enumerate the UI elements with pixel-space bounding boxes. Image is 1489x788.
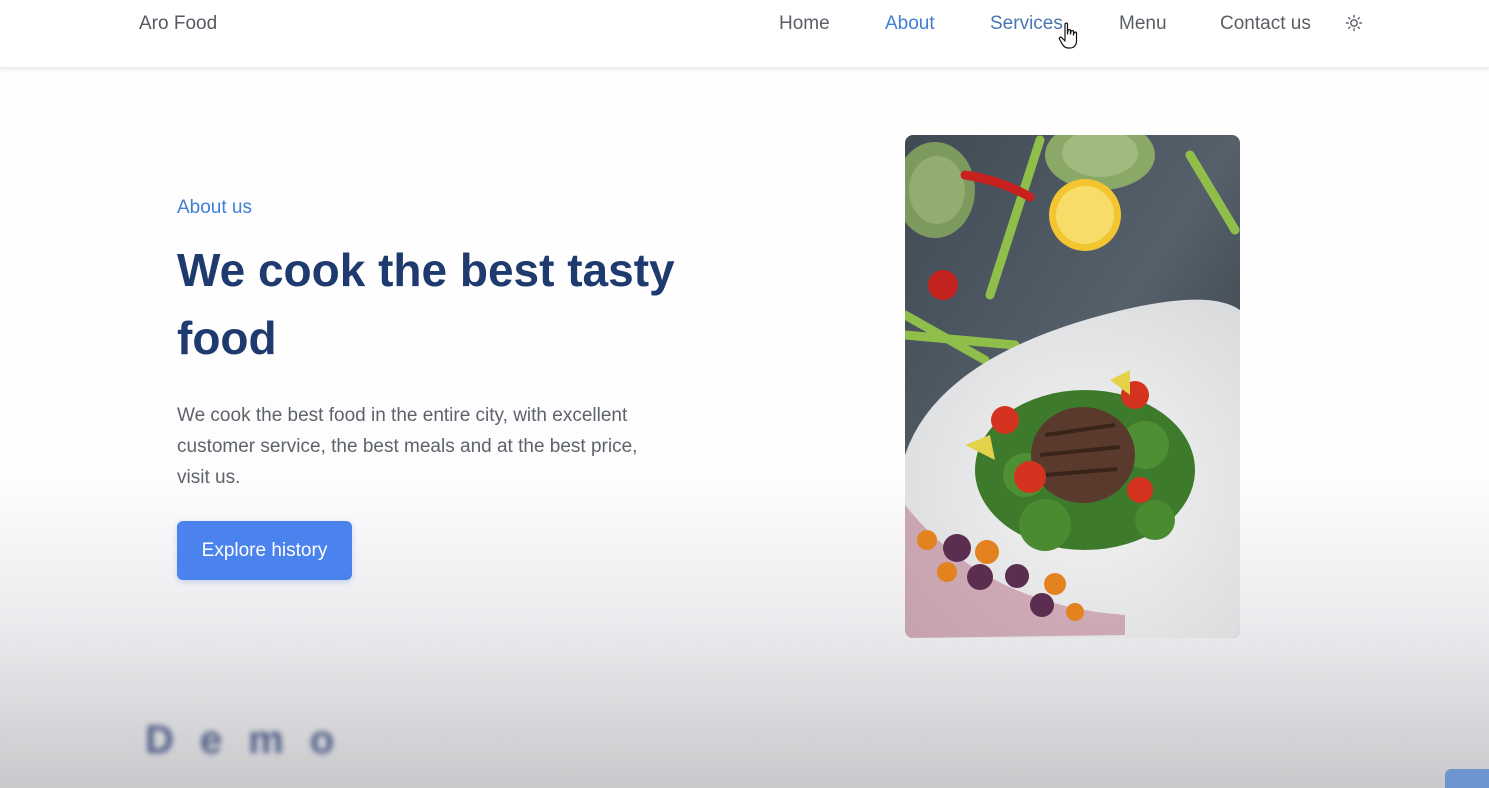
- about-description: We cook the best food in the entire city…: [177, 405, 638, 488]
- section-tag: About us: [177, 197, 252, 218]
- nav-about[interactable]: About: [885, 13, 935, 35]
- hand-cursor-icon: [1058, 22, 1080, 50]
- demo-watermark: Demo: [145, 718, 361, 762]
- nav-home[interactable]: Home: [779, 13, 830, 35]
- main-nav: Home About Services Menu Contact us: [0, 13, 1489, 39]
- scroll-top-button[interactable]: [1445, 769, 1489, 788]
- nav-menu[interactable]: Menu: [1119, 13, 1167, 35]
- sun-icon[interactable]: [1345, 14, 1363, 32]
- page-title: We cook the best tasty food: [177, 244, 675, 364]
- food-plate-image: [905, 135, 1240, 638]
- nav-contact[interactable]: Contact us: [1220, 13, 1311, 35]
- explore-history-button[interactable]: Explore history: [177, 521, 352, 580]
- site-header: Aro Food Home About Services Menu Contac…: [0, 0, 1489, 68]
- nav-services[interactable]: Services: [990, 13, 1063, 35]
